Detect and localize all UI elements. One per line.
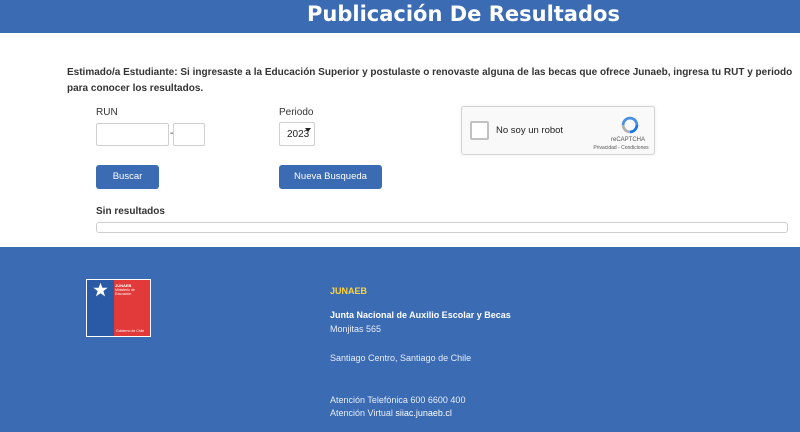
captcha-brand: reCAPTCHA bbox=[610, 137, 645, 143]
results-box bbox=[96, 222, 788, 233]
footer-virtual: Atención Virtual siiac.junaeb.cl bbox=[330, 408, 452, 418]
footer-virtual-label: Atención Virtual bbox=[330, 408, 393, 418]
captcha-checkbox[interactable] bbox=[470, 121, 489, 140]
page-header: Publicación De Resultados bbox=[0, 0, 800, 33]
footer-address: Monjitas 565 bbox=[330, 324, 382, 334]
intro-text: Estimado/a Estudiante: Si ingresaste a l… bbox=[67, 67, 793, 94]
results-label: Sin resultados bbox=[96, 206, 165, 217]
search-button[interactable]: Buscar bbox=[96, 165, 159, 189]
footer: JUNAEB Ministerio de Educación Gobierno … bbox=[0, 247, 800, 432]
page-title: Publicación De Resultados bbox=[307, 2, 620, 26]
logo-line3: Educación bbox=[115, 292, 132, 296]
run-label: RUN bbox=[96, 107, 118, 118]
footer-city: Santiago Centro, Santiago de Chile bbox=[330, 353, 472, 363]
star-icon bbox=[93, 282, 108, 297]
captcha-label: No soy un robot bbox=[496, 125, 564, 136]
junaeb-logo: JUNAEB Ministerio de Educación Gobierno … bbox=[86, 279, 151, 337]
chevron-down-icon bbox=[305, 128, 311, 132]
footer-virtual-link[interactable]: siiac.junaeb.cl bbox=[395, 408, 452, 418]
periodo-select[interactable]: 2023 bbox=[279, 122, 315, 146]
new-search-button[interactable]: Nueva Busqueda bbox=[279, 165, 382, 189]
dv-input[interactable] bbox=[173, 123, 205, 146]
periodo-label: Periodo bbox=[279, 107, 314, 118]
captcha-links[interactable]: Privacidad - Condiciones bbox=[586, 145, 656, 151]
footer-phone: Atención Telefónica 600 6600 400 bbox=[330, 395, 466, 405]
recaptcha-widget: No soy un robot reCAPTCHA Privacidad - C… bbox=[461, 106, 655, 155]
run-input[interactable] bbox=[96, 123, 169, 146]
footer-org-name: Junta Nacional de Auxilio Escolar y Beca… bbox=[330, 310, 511, 320]
recaptcha-icon bbox=[621, 116, 639, 134]
logo-line4: Gobierno de Chile bbox=[116, 329, 145, 333]
footer-org-short: JUNAEB bbox=[330, 286, 368, 296]
